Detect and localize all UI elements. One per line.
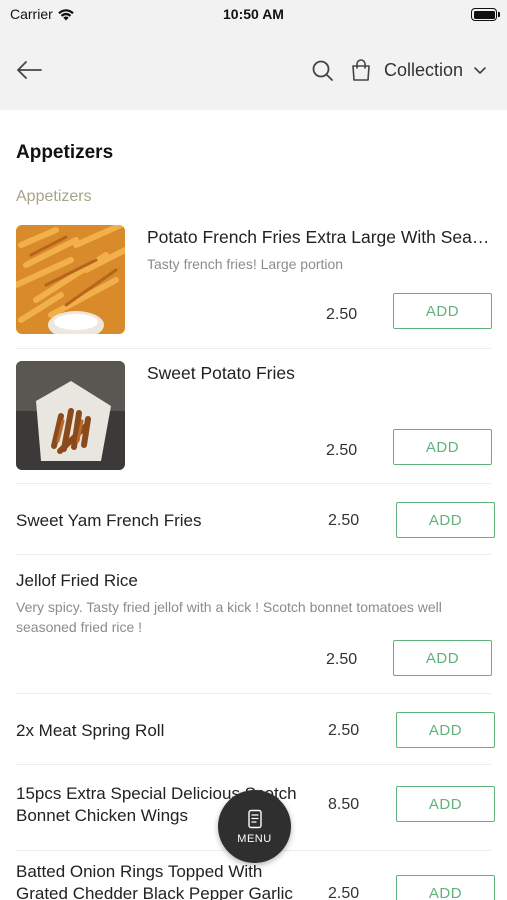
battery-icon bbox=[471, 8, 500, 21]
menu-item[interactable]: Sweet Yam French Fries 2.50 ADD bbox=[16, 484, 495, 554]
status-bar: Carrier 10:50 AM bbox=[0, 0, 507, 30]
collection-dropdown[interactable]: Collection bbox=[384, 60, 487, 81]
item-name-line2: Grated Chedder Black Pepper Garlic bbox=[16, 884, 293, 900]
item-name: 2x Meat Spring Roll bbox=[16, 721, 165, 740]
menu-book-icon bbox=[247, 809, 262, 828]
status-time: 10:50 AM bbox=[223, 6, 284, 22]
back-button[interactable] bbox=[14, 56, 44, 84]
add-button[interactable]: ADD bbox=[393, 293, 492, 329]
french-fries-image bbox=[16, 225, 125, 334]
menu-item[interactable]: 2x Meat Spring Roll 2.50 ADD bbox=[16, 694, 495, 764]
add-button[interactable]: ADD bbox=[396, 502, 495, 538]
item-name: Sweet Potato Fries bbox=[147, 363, 295, 383]
item-price: 2.50 bbox=[328, 722, 360, 739]
item-price: 2.50 bbox=[328, 512, 360, 529]
item-name-line2: Bonnet Chicken Wings bbox=[16, 806, 188, 825]
menu-item[interactable]: Sweet Potato Fries 2.50 ADD bbox=[16, 361, 492, 471]
item-price: 8.50 bbox=[328, 796, 360, 813]
menu-fab-button[interactable]: MENU bbox=[218, 790, 291, 863]
nav-bar: Collection bbox=[0, 30, 507, 110]
add-button[interactable]: ADD bbox=[393, 429, 492, 465]
add-button[interactable]: ADD bbox=[396, 712, 495, 748]
collection-label: Collection bbox=[384, 60, 464, 80]
section-title: Appetizers bbox=[16, 142, 114, 163]
menu-fab-label: MENU bbox=[237, 832, 272, 845]
item-name-line1: Batted Onion Rings Topped With bbox=[16, 862, 263, 881]
menu-item[interactable]: Potato French Fries Extra Large With Sea… bbox=[16, 225, 492, 335]
item-price: 2.50 bbox=[326, 651, 358, 668]
arrow-left-icon bbox=[17, 61, 42, 79]
add-button[interactable]: ADD bbox=[396, 786, 495, 822]
item-name: Sweet Yam French Fries bbox=[16, 511, 202, 530]
menu-item[interactable]: Jellof Fried Rice Very spicy. Tasty frie… bbox=[16, 555, 492, 690]
add-button[interactable]: ADD bbox=[396, 875, 495, 900]
chevron-down-icon bbox=[474, 67, 486, 74]
search-icon bbox=[312, 60, 333, 81]
item-description: Very spicy. Tasty fried jellof with a ki… bbox=[16, 599, 442, 635]
sweet-potato-fries-image bbox=[16, 361, 125, 470]
item-price: 2.50 bbox=[326, 442, 358, 459]
add-button[interactable]: ADD bbox=[393, 640, 492, 676]
item-description: Tasty french fries! Large portion bbox=[147, 256, 344, 272]
item-name: Potato French Fries Extra Large With Sea… bbox=[147, 227, 490, 247]
divider bbox=[16, 348, 491, 349]
item-price: 2.50 bbox=[328, 885, 360, 900]
shopping-bag-icon[interactable] bbox=[350, 58, 372, 82]
item-price: 2.50 bbox=[326, 306, 358, 323]
search-button[interactable] bbox=[311, 59, 335, 83]
category-label: Appetizers bbox=[16, 188, 92, 205]
item-name: Jellof Fried Rice bbox=[16, 571, 138, 590]
